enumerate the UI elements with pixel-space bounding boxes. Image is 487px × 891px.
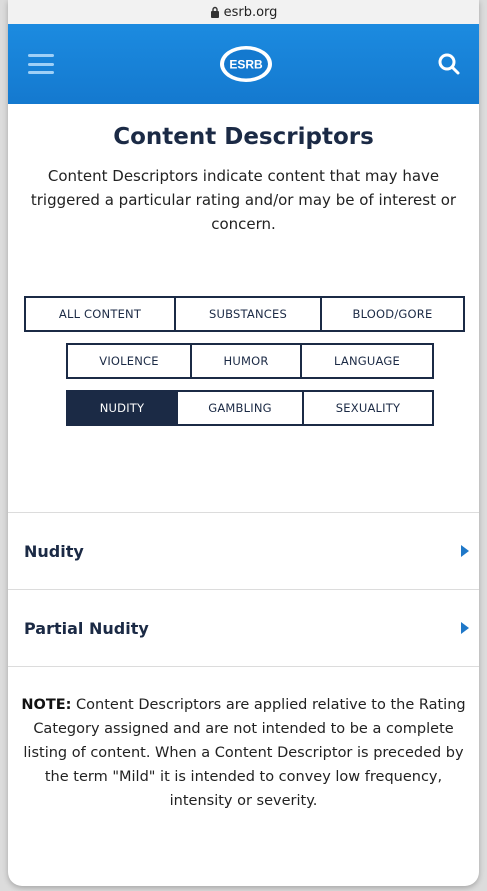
logo-text: ESRB [229,58,263,72]
note-prefix: NOTE: [21,697,72,713]
search-icon[interactable] [437,52,461,76]
esrb-logo[interactable]: ESRB [218,44,274,84]
phone-screen: esrb.org ESRB Content Descriptors Conten… [8,0,479,886]
filter-all-content[interactable]: ALL CONTENT [24,296,176,332]
filter-nudity[interactable]: NUDITY [66,390,178,426]
site-header: ESRB [8,24,479,104]
note-text: NOTE: Content Descriptors are applied re… [20,693,467,813]
filter-gambling[interactable]: GAMBLING [176,390,304,426]
filter-humor[interactable]: HUMOR [190,343,302,379]
filter-blood-gore[interactable]: BLOOD/GORE [320,296,465,332]
expand-arrow-icon[interactable] [461,622,469,634]
descriptor-label: Partial Nudity [24,618,149,638]
filter-language[interactable]: LANGUAGE [300,343,434,379]
descriptor-label: Nudity [24,541,84,561]
url-text: esrb.org [223,4,278,20]
category-filter-grid: ALL CONTENT SUBSTANCES BLOOD/GORE VIOLEN… [8,296,479,466]
descriptor-row-nudity[interactable]: Nudity [8,513,479,590]
lock-icon [210,6,219,18]
intro-text: Content Descriptors indicate content tha… [30,167,457,233]
descriptor-list: Nudity Partial Nudity [8,512,479,667]
note-body: Content Descriptors are applied relative… [23,697,466,809]
expand-arrow-icon[interactable] [461,545,469,557]
filter-violence[interactable]: VIOLENCE [66,343,192,379]
address-bar[interactable]: esrb.org [8,0,479,24]
page-title: Content Descriptors [113,124,374,150]
menu-icon[interactable] [28,54,54,74]
descriptor-row-partial-nudity[interactable]: Partial Nudity [8,590,479,667]
filter-sexuality[interactable]: SEXUALITY [302,390,434,426]
filter-substances[interactable]: SUBSTANCES [174,296,322,332]
